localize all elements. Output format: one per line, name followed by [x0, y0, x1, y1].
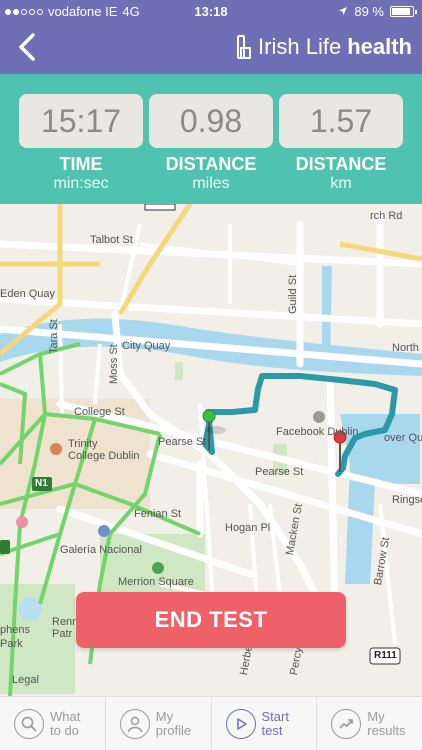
nav-my-profile[interactable]: My profile [106, 697, 212, 750]
stat-label: TIME [59, 154, 103, 174]
map-label: Pearse St [255, 466, 304, 478]
battery-icon [390, 6, 417, 17]
nav-my-results[interactable]: My results [317, 697, 422, 750]
end-test-button[interactable]: END TEST [76, 592, 346, 648]
map-label: over Qua [384, 432, 422, 444]
status-bar: vodafone IE 4G 13:18 89 % [0, 0, 422, 24]
stat-label: DISTANCE [165, 154, 257, 174]
map-label: phens [0, 624, 30, 636]
shopping-icon [16, 516, 28, 528]
stats-panel: 15:17 TIME min:sec 0.98 DISTANCE miles 1… [0, 74, 422, 204]
nav-label-line2: results [367, 722, 406, 738]
r111-label: R111 [374, 650, 397, 661]
stat-unit: km [330, 175, 352, 192]
map-label: Pearse St [158, 436, 207, 448]
stat-time: 15:17 TIME min:sec [19, 94, 143, 193]
stat-label: DISTANCE [295, 154, 387, 174]
app-header: vodafone IE 4G 13:18 89 % Irish Life hea… [0, 0, 422, 74]
trend-icon [331, 708, 362, 739]
bottom-nav: What to do My profile Start test My resu… [0, 696, 422, 750]
map-label: Eden Quay [0, 288, 56, 300]
nav-label-line1: My [367, 708, 385, 724]
park-icon [152, 562, 164, 574]
nav-label-line2: test [261, 722, 283, 738]
nav-label-line2: profile [155, 722, 192, 738]
map-label: Renn [52, 616, 79, 628]
map-label: Ringse [392, 494, 422, 506]
nav-label-line2: to do [50, 722, 79, 738]
search-icon [14, 708, 44, 739]
play-icon [225, 708, 256, 739]
brand-suffix: health [347, 34, 412, 59]
map-label: Patr [52, 628, 73, 640]
map-label: College St [74, 406, 125, 418]
status-right: 89 % [338, 4, 417, 19]
stat-value: 0.98 [149, 94, 273, 148]
map-label: Guild St [287, 274, 299, 314]
back-button[interactable] [12, 30, 42, 64]
irish-life-logo-icon [237, 35, 252, 59]
map-label: Trinity [68, 438, 98, 450]
map-label: Facebook Dublin [276, 426, 359, 438]
map-label: rch Rd [370, 210, 403, 222]
map-label: Park [0, 638, 23, 650]
map-label: Hogan Pl [225, 522, 271, 534]
map-label: Fenian St [134, 508, 182, 520]
n1-label: N1 [35, 478, 48, 489]
office-icon [313, 411, 325, 423]
map-label: Galería Nacional [60, 544, 142, 556]
battery-percent: 89 % [354, 4, 384, 19]
map-label: Moss St [108, 344, 120, 384]
stat-distance-km: 1.57 DISTANCE km [279, 94, 403, 193]
nav-label-line1: My [155, 708, 174, 724]
location-arrow-icon [338, 4, 348, 19]
nav-label-line1: What [50, 708, 81, 724]
nav-label-line1: Start [261, 708, 289, 724]
map-legal-link[interactable]: Legal [12, 674, 39, 686]
map-label: Talbot St [90, 234, 133, 246]
nav-what-to-do[interactable]: What to do [0, 697, 106, 750]
stat-unit: min:sec [53, 175, 109, 192]
map-label: Merrion Square [118, 576, 194, 588]
university-icon [50, 443, 62, 455]
stat-value: 15:17 [19, 94, 143, 148]
stat-unit: miles [192, 175, 230, 192]
map-label: North W [392, 342, 422, 354]
stat-distance-miles: 0.98 DISTANCE miles [149, 94, 273, 193]
brand-name: Irish Life [258, 34, 342, 59]
map-label: Tara St [48, 319, 60, 354]
nav-start-test[interactable]: Start test [212, 697, 318, 750]
map-label: College Dublin [68, 450, 140, 462]
stat-value: 1.57 [279, 94, 403, 148]
person-icon [119, 708, 150, 739]
chevron-left-icon [19, 33, 35, 61]
map-label: City Quay [122, 340, 171, 352]
brand-logo: Irish Life health [236, 34, 412, 60]
museum-icon [98, 525, 110, 537]
